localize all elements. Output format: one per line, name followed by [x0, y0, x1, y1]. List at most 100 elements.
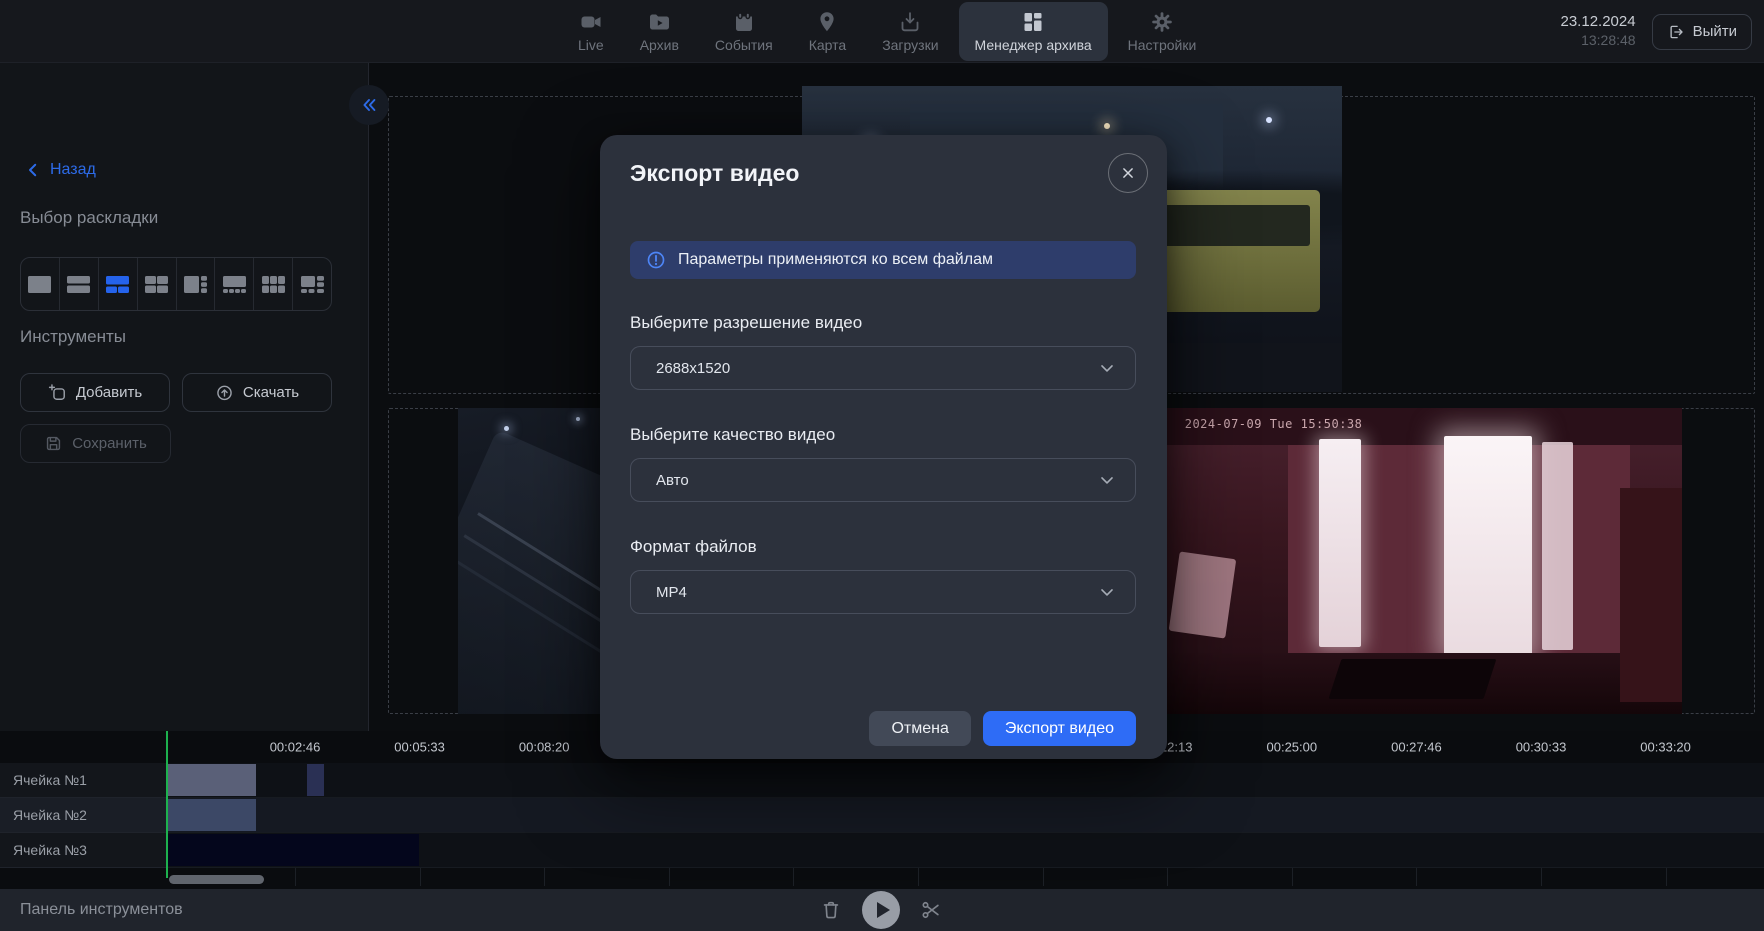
map-pin-icon [815, 10, 839, 34]
cancel-button[interactable]: Отмена [869, 711, 970, 746]
timeline-row-label[interactable]: Ячейка №3 [0, 833, 166, 868]
layout-1-top-4-bottom[interactable] [215, 258, 254, 310]
timeline-row: Ячейка №3 [0, 833, 1764, 868]
nav-tab-label: События [715, 37, 773, 53]
scissors-icon[interactable] [920, 899, 942, 921]
download-box-icon [898, 10, 922, 34]
tool-button-label: Сохранить [72, 435, 147, 452]
decor [1328, 659, 1496, 699]
tool-button-сохранить[interactable]: Сохранить [20, 424, 171, 463]
nav-right-group: 23.12.2024 13:28:48 Выйти [1561, 0, 1753, 63]
gear-icon [1150, 10, 1174, 34]
ruler-tick-label: 00:08:20 [519, 740, 570, 755]
logout-label: Выйти [1693, 23, 1737, 40]
layout-1-left-3-right[interactable] [177, 258, 216, 310]
layout-2x2[interactable] [138, 258, 177, 310]
decor [1620, 488, 1682, 702]
dialog-fields: Выберите разрешение видео 2688x1520 Выбери… [630, 313, 1136, 649]
nav-tab-label: Загрузки [882, 37, 938, 53]
info-banner-text: Параметры применяются ко всем файлам [678, 251, 993, 269]
play-button[interactable] [862, 891, 900, 929]
nav-tab-archive[interactable]: Архив [624, 2, 695, 61]
field-group-1: Выберите качество видеоАвто [630, 425, 1136, 502]
current-time: 13:28:48 [1561, 32, 1636, 50]
ruler-tick-label: 00:02:46 [270, 740, 321, 755]
decor-door [1542, 442, 1573, 650]
logout-button[interactable]: Выйти [1652, 14, 1752, 50]
tools-section-title: Инструменты [20, 327, 126, 347]
info-icon [646, 250, 666, 270]
top-nav-bar: Live Архив События Карта Загрузки Менеджер ар… [0, 0, 1764, 63]
layout-1-big-5-small[interactable] [293, 258, 331, 310]
select-value: MP4 [656, 584, 1097, 601]
timeline-playhead[interactable] [166, 731, 168, 878]
chevron-down-icon [1097, 582, 1117, 602]
dialog-footer: Отмена Экспорт видео [869, 711, 1136, 746]
nav-tab-live[interactable]: Live [562, 2, 620, 61]
layout-single[interactable] [21, 258, 60, 310]
timeline-row-track[interactable] [166, 833, 1764, 868]
nav-tab-label: Live [578, 37, 604, 53]
collapse-sidebar-button[interactable] [349, 85, 389, 125]
trash-icon[interactable] [820, 899, 842, 921]
layout-grid-icon [1021, 10, 1045, 34]
camera-osd-timestamp: 2024-07-09 Tue 15:50:38 [1185, 417, 1363, 431]
logout-icon [1667, 23, 1685, 41]
camera-thumbnail-ir-hallway[interactable]: 2024-07-09 Tue 15:50:38 [1164, 408, 1682, 714]
select-value: Авто [656, 472, 1097, 489]
tool-button-добавить[interactable]: Добавить [20, 373, 170, 412]
datetime-display: 23.12.2024 13:28:48 [1561, 13, 1636, 49]
field-label: Формат файлов [630, 537, 1136, 557]
layout-3x2[interactable] [254, 258, 293, 310]
layout-1-top-2-bottom-selected[interactable] [99, 258, 138, 310]
add-frame-icon [48, 383, 67, 402]
decor [576, 417, 580, 421]
export-button[interactable]: Экспорт видео [983, 711, 1136, 746]
recording-segment[interactable] [167, 799, 256, 831]
tool-button-label: Скачать [243, 384, 299, 401]
close-button[interactable] [1108, 153, 1148, 193]
timeline-row: Ячейка №2 [0, 798, 1764, 833]
select-field-1[interactable]: Авто [630, 458, 1136, 502]
ruler-tick-label: 00:27:46 [1391, 740, 1442, 755]
decor [1169, 551, 1236, 638]
field-group-2: Формат файлов MP4 [630, 537, 1136, 614]
app-root: Live Архив События Карта Загрузки Менеджер ар… [0, 0, 1764, 931]
nav-tab-label: Архив [640, 37, 679, 53]
nav-tab-label: Менеджер архива [975, 37, 1092, 53]
toolbar-label: Панель инструментов [20, 901, 183, 919]
nav-tab-settings[interactable]: Настройки [1112, 2, 1213, 61]
select-field-0[interactable]: 2688x1520 [630, 346, 1136, 390]
nav-tab-events[interactable]: События [699, 2, 789, 61]
timeline-row-label[interactable]: Ячейка №1 [0, 763, 166, 798]
decor-door [1444, 436, 1532, 656]
timeline-scrollbar[interactable] [169, 875, 264, 884]
recording-segment[interactable] [307, 764, 324, 796]
timeline-row-label[interactable]: Ячейка №2 [0, 798, 166, 833]
download-circle-icon [215, 383, 234, 402]
nav-tab-downloads[interactable]: Загрузки [866, 2, 954, 61]
timeline-row-track[interactable] [166, 763, 1764, 798]
tool-button-скачать[interactable]: Скачать [182, 373, 332, 412]
timeline-rows: Ячейка №1Ячейка №2Ячейка №3 [0, 763, 1764, 868]
layout-section-title: Выбор раскладки [20, 208, 158, 228]
back-link[interactable]: Назад [24, 161, 96, 179]
recording-segment[interactable] [167, 834, 419, 866]
chevron-down-icon [1097, 358, 1117, 378]
calendar-icon [732, 10, 756, 34]
timeline-row: Ячейка №1 [0, 763, 1764, 798]
timeline-row-track[interactable] [166, 798, 1764, 833]
select-field-2[interactable]: MP4 [630, 570, 1136, 614]
dialog-title: Экспорт видео [630, 160, 799, 187]
nav-tab-map[interactable]: Карта [793, 2, 862, 61]
save-floppy-icon [44, 434, 63, 453]
nav-tab-archive-manager[interactable]: Менеджер архива [959, 2, 1108, 61]
ruler-tick-label: 00:30:33 [1516, 740, 1567, 755]
bottom-toolbar: Панель инструментов [0, 889, 1764, 931]
field-label: Выберите разрешение видео [630, 313, 1136, 333]
nav-tab-label: Настройки [1128, 37, 1197, 53]
recording-segment[interactable] [167, 764, 256, 796]
back-label: Назад [50, 161, 96, 179]
layout-2-rows[interactable] [60, 258, 99, 310]
export-video-dialog: Экспорт видео Параметры применяются ко в… [600, 135, 1167, 759]
